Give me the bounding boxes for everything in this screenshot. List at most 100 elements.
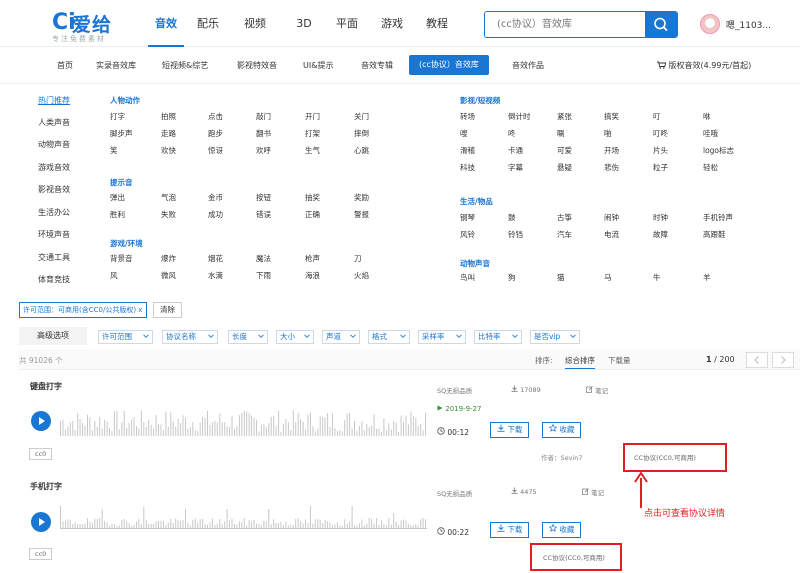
category-item[interactable]: 打字: [110, 111, 125, 122]
dropdown-size[interactable]: 大小: [276, 330, 314, 344]
category-item[interactable]: 按钮: [256, 192, 271, 203]
category-item[interactable]: 高跟鞋: [703, 229, 726, 240]
category-item[interactable]: 嗖: [460, 128, 468, 139]
category-item[interactable]: 鼓: [508, 212, 516, 223]
category-item[interactable]: 成功: [208, 209, 223, 220]
category-item[interactable]: 背景音: [110, 253, 133, 264]
prev-page-button[interactable]: [746, 352, 768, 368]
category-item[interactable]: 刀: [354, 253, 362, 264]
category-item[interactable]: 电流: [604, 229, 619, 240]
subnav-home[interactable]: 首页: [57, 60, 73, 71]
category-item[interactable]: 故障: [653, 229, 668, 240]
category-item[interactable]: 惊讶: [208, 145, 223, 156]
category-item[interactable]: 水滴: [208, 270, 223, 281]
category-item[interactable]: 开场: [604, 145, 619, 156]
favorite-button[interactable]: 收藏: [542, 522, 582, 538]
category-item[interactable]: 滑稽: [460, 145, 475, 156]
category-item[interactable]: 叮: [653, 111, 661, 122]
sound-title[interactable]: 手机打字: [30, 481, 62, 492]
nav-graphic[interactable]: 平面: [329, 0, 365, 47]
category-item[interactable]: 鸟叫: [460, 272, 475, 283]
category-item[interactable]: 关门: [354, 111, 369, 122]
subnav-albums[interactable]: 音效专辑: [361, 60, 393, 71]
sound-title[interactable]: 键盘打字: [30, 381, 62, 392]
category-item[interactable]: 错误: [256, 209, 271, 220]
category-item[interactable]: 唰: [557, 128, 565, 139]
waveform[interactable]: [60, 406, 430, 436]
nav-video[interactable]: 视频: [237, 0, 273, 47]
category-item[interactable]: 奖励: [354, 192, 369, 203]
category-item[interactable]: 科技: [460, 162, 475, 173]
category-item[interactable]: 手机铃声: [703, 212, 733, 223]
close-icon[interactable]: x: [138, 306, 142, 314]
category-item[interactable]: 抽奖: [305, 192, 320, 203]
left-cat-sports[interactable]: 体育竞技: [19, 269, 89, 291]
category-item[interactable]: 摔倒: [354, 128, 369, 139]
active-filter-tag[interactable]: 许可范围：可商用(含CC0/公共版权) x: [19, 302, 147, 318]
category-item[interactable]: 紧张: [557, 111, 572, 122]
category-item[interactable]: 钢琴: [460, 212, 475, 223]
category-item[interactable]: 走路: [161, 128, 176, 139]
left-cat-animal[interactable]: 动物声音: [19, 134, 89, 156]
category-item[interactable]: 汽车: [557, 229, 572, 240]
category-item[interactable]: 生气: [305, 145, 320, 156]
left-cat-traffic[interactable]: 交通工具: [19, 247, 89, 269]
category-item[interactable]: 欢呼: [256, 145, 271, 156]
dropdown-sample-rate[interactable]: 采样率: [418, 330, 466, 344]
category-item[interactable]: 枪声: [305, 253, 320, 264]
category-item[interactable]: 片头: [653, 145, 668, 156]
category-item[interactable]: 跑步: [208, 128, 223, 139]
category-item[interactable]: 点击: [208, 111, 223, 122]
category-item[interactable]: 拍照: [161, 111, 176, 122]
dropdown-length[interactable]: 长度: [228, 330, 268, 344]
category-item[interactable]: 古筝: [557, 212, 572, 223]
category-item[interactable]: 下雨: [256, 270, 271, 281]
category-item[interactable]: 马: [604, 272, 612, 283]
category-item[interactable]: 悬疑: [557, 162, 572, 173]
subnav-recorded-library[interactable]: 实录音效库: [96, 60, 136, 71]
dropdown-protocol-name[interactable]: 协议名称: [162, 330, 218, 344]
category-item[interactable]: 风铃: [460, 229, 475, 240]
vip-sound-link[interactable]: 版权音效(4.99元/首起): [657, 60, 751, 71]
category-item[interactable]: 欢快: [161, 145, 176, 156]
category-item[interactable]: 打架: [305, 128, 320, 139]
category-item[interactable]: 海浪: [305, 270, 320, 281]
note-link[interactable]: 笔记: [582, 487, 604, 497]
nav-game[interactable]: 游戏: [374, 0, 410, 47]
category-item[interactable]: 闹钟: [604, 212, 619, 223]
category-item[interactable]: logo标志: [703, 145, 734, 156]
category-item[interactable]: 心跳: [354, 145, 369, 156]
category-item[interactable]: 魔法: [256, 253, 271, 264]
play-button[interactable]: [31, 411, 51, 431]
category-item[interactable]: 铃铛: [508, 229, 523, 240]
category-item[interactable]: 叮咚: [653, 128, 668, 139]
category-item[interactable]: 搞笑: [604, 111, 619, 122]
subnav-cc-library[interactable]: (cc协议）音效库: [409, 55, 489, 75]
nav-music[interactable]: 配乐: [190, 0, 226, 47]
category-item[interactable]: 烟花: [208, 253, 223, 264]
category-item[interactable]: 风: [110, 270, 118, 281]
site-logo[interactable]: Ci 爱给 专注免费素材: [52, 8, 132, 43]
category-item[interactable]: 狗: [508, 272, 516, 283]
category-item[interactable]: 啪: [604, 128, 612, 139]
waveform[interactable]: [60, 506, 430, 536]
category-item[interactable]: 爆炸: [161, 253, 176, 264]
dropdown-bitrate[interactable]: 比特率: [474, 330, 522, 344]
next-page-button[interactable]: [772, 352, 794, 368]
search-button[interactable]: [645, 12, 677, 37]
left-cat-hot[interactable]: 热门推荐: [19, 90, 89, 112]
category-item[interactable]: 咚: [508, 128, 516, 139]
category-item[interactable]: 弹出: [110, 192, 125, 203]
subnav-works[interactable]: 音效作品: [512, 60, 544, 71]
category-item[interactable]: 翻书: [256, 128, 271, 139]
nav-3d[interactable]: 3D: [286, 0, 322, 47]
sort-comprehensive[interactable]: 综合排序: [565, 355, 595, 369]
category-item[interactable]: 轻松: [703, 162, 718, 173]
category-item[interactable]: 开门: [305, 111, 320, 122]
author[interactable]: 作者：Sevin7: [541, 452, 583, 462]
subnav-ui-prompts[interactable]: UI&提示: [303, 60, 333, 71]
dropdown-license-scope[interactable]: 许可范围: [98, 330, 153, 344]
category-item[interactable]: 胜利: [110, 209, 125, 220]
avatar[interactable]: [700, 14, 720, 34]
dropdown-format[interactable]: 格式: [368, 330, 410, 344]
